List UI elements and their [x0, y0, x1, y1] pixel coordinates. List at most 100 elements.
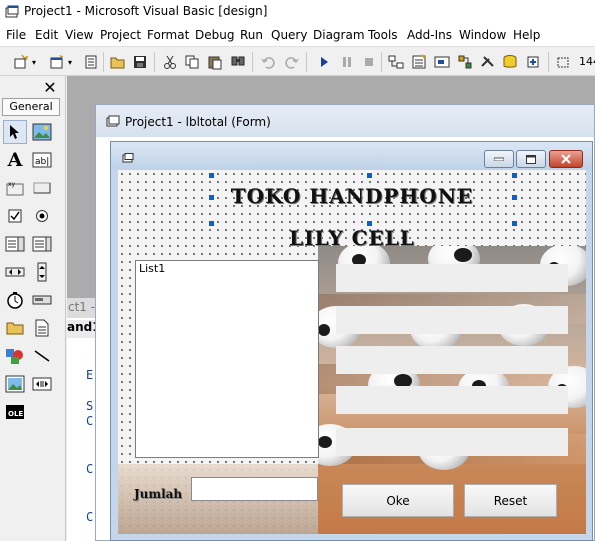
list-box[interactable]: List1 [135, 260, 319, 458]
textbox-3[interactable] [336, 346, 568, 374]
redo-icon[interactable] [283, 53, 301, 71]
position-readout: 144 [579, 55, 595, 68]
toolbar-separator [154, 52, 155, 72]
timer-icon[interactable] [3, 288, 27, 312]
add-form-dropdown-icon[interactable]: ▾ [66, 53, 74, 71]
object-browser-icon[interactable] [456, 53, 474, 71]
add-form-icon[interactable] [48, 53, 66, 71]
selection-handle[interactable] [367, 221, 372, 226]
menu-window[interactable]: Window [459, 28, 506, 42]
data-view-icon[interactable] [501, 53, 519, 71]
minimize-button[interactable] [484, 150, 514, 168]
menu-addins[interactable]: Add-Ins [407, 28, 452, 42]
open-project-icon[interactable] [109, 53, 127, 71]
oke-button[interactable]: Oke [342, 484, 454, 517]
menu-diagram[interactable]: Diagram [313, 28, 365, 42]
form-caption-icon [122, 153, 134, 163]
data-icon[interactable] [30, 372, 54, 396]
subheading-label[interactable]: LILY CELL [118, 226, 586, 250]
checkbox-icon[interactable] [3, 204, 27, 228]
svg-text:ab|: ab| [35, 157, 49, 167]
component-manager-icon[interactable] [524, 53, 542, 71]
filelistbox-icon[interactable] [30, 316, 54, 340]
find-icon[interactable] [229, 53, 247, 71]
textbox-2[interactable] [336, 306, 568, 334]
hscrollbar-icon[interactable] [3, 260, 27, 284]
add-project-icon[interactable] [12, 53, 30, 71]
form-window[interactable]: TOKO HANDPHONE LILY CELL List1 Jumlah Ok… [110, 141, 593, 541]
textbox-icon[interactable]: ab| [30, 148, 54, 172]
save-project-icon[interactable] [131, 53, 149, 71]
code-window-object-combo[interactable]: and1 [67, 320, 97, 338]
maximize-button[interactable] [516, 150, 546, 168]
pointer-icon[interactable] [3, 120, 27, 144]
image-icon[interactable] [3, 372, 27, 396]
add-project-dropdown-icon[interactable]: ▾ [30, 53, 38, 71]
jumlah-textbox[interactable] [191, 477, 318, 501]
jumlah-label[interactable]: Jumlah [134, 487, 182, 501]
drivelistbox-icon[interactable] [30, 288, 54, 312]
line-icon[interactable] [30, 344, 54, 368]
code-window-title: ct1 - [67, 298, 97, 318]
menu-query[interactable]: Query [271, 28, 307, 42]
close-icon[interactable]: ✕ [40, 78, 60, 97]
dirlistbox-icon[interactable] [3, 316, 27, 340]
start-icon[interactable] [315, 53, 333, 71]
undo-icon[interactable] [259, 53, 277, 71]
label-icon[interactable]: A [3, 148, 27, 172]
menu-project[interactable]: Project [100, 28, 141, 42]
svg-text:OLE: OLE [8, 410, 23, 418]
picturebox-icon[interactable] [30, 120, 54, 144]
menu-debug[interactable]: Debug [195, 28, 234, 42]
visual-basic-icon [5, 5, 19, 18]
code-line: S [86, 399, 94, 413]
toolbar-separator [103, 52, 104, 72]
selection-handle[interactable] [367, 173, 372, 178]
optionbutton-icon[interactable] [30, 204, 54, 228]
menu-editor-icon[interactable] [82, 53, 100, 71]
svg-text:xy: xy [8, 181, 16, 188]
project-explorer-icon[interactable] [387, 53, 405, 71]
code-line: C [86, 414, 94, 428]
menu-format[interactable]: Format [147, 28, 189, 42]
textbox-1[interactable] [336, 264, 568, 292]
selection-handle[interactable] [512, 173, 517, 178]
break-icon[interactable] [338, 53, 356, 71]
code-line: E [86, 368, 94, 382]
commandbutton-icon[interactable] [30, 176, 54, 200]
end-icon[interactable] [360, 53, 378, 71]
form-client-area[interactable]: TOKO HANDPHONE LILY CELL List1 Jumlah Ok… [118, 170, 586, 534]
toolbox-tab-general[interactable]: General [2, 98, 60, 116]
menu-tools[interactable]: Tools [368, 28, 398, 42]
properties-window-icon[interactable] [410, 53, 428, 71]
close-button[interactable] [549, 150, 583, 168]
selection-handle[interactable] [209, 173, 214, 178]
shape-icon[interactable] [3, 344, 27, 368]
selection-handle[interactable] [209, 195, 214, 200]
list-box-label: List1 [139, 262, 166, 275]
textbox-4[interactable] [336, 386, 568, 414]
selection-handle[interactable] [512, 195, 517, 200]
menu-run[interactable]: Run [240, 28, 263, 42]
menu-file[interactable]: File [6, 28, 26, 42]
form-caption-bar[interactable] [111, 142, 592, 170]
paste-icon[interactable] [206, 53, 224, 71]
ole-icon[interactable]: OLE [3, 400, 27, 424]
designer-title-bar[interactable]: Project1 - lbltotal (Form) [96, 105, 594, 137]
menu-edit[interactable]: Edit [35, 28, 58, 42]
toolbox-icon[interactable] [479, 53, 497, 71]
menu-view[interactable]: View [65, 28, 93, 42]
cut-icon[interactable] [161, 53, 179, 71]
frame-icon[interactable]: xy [3, 176, 27, 200]
combobox-icon[interactable] [3, 232, 27, 256]
selection-handle[interactable] [512, 221, 517, 226]
menu-help[interactable]: Help [513, 28, 540, 42]
copy-icon[interactable] [183, 53, 201, 71]
form-layout-icon[interactable] [433, 53, 451, 71]
listbox-icon[interactable] [30, 232, 54, 256]
toolbar-separator [381, 52, 382, 72]
reset-button[interactable]: Reset [464, 484, 557, 517]
vscrollbar-icon[interactable] [30, 260, 54, 284]
textbox-5[interactable] [336, 428, 568, 456]
selection-handle[interactable] [209, 221, 214, 226]
